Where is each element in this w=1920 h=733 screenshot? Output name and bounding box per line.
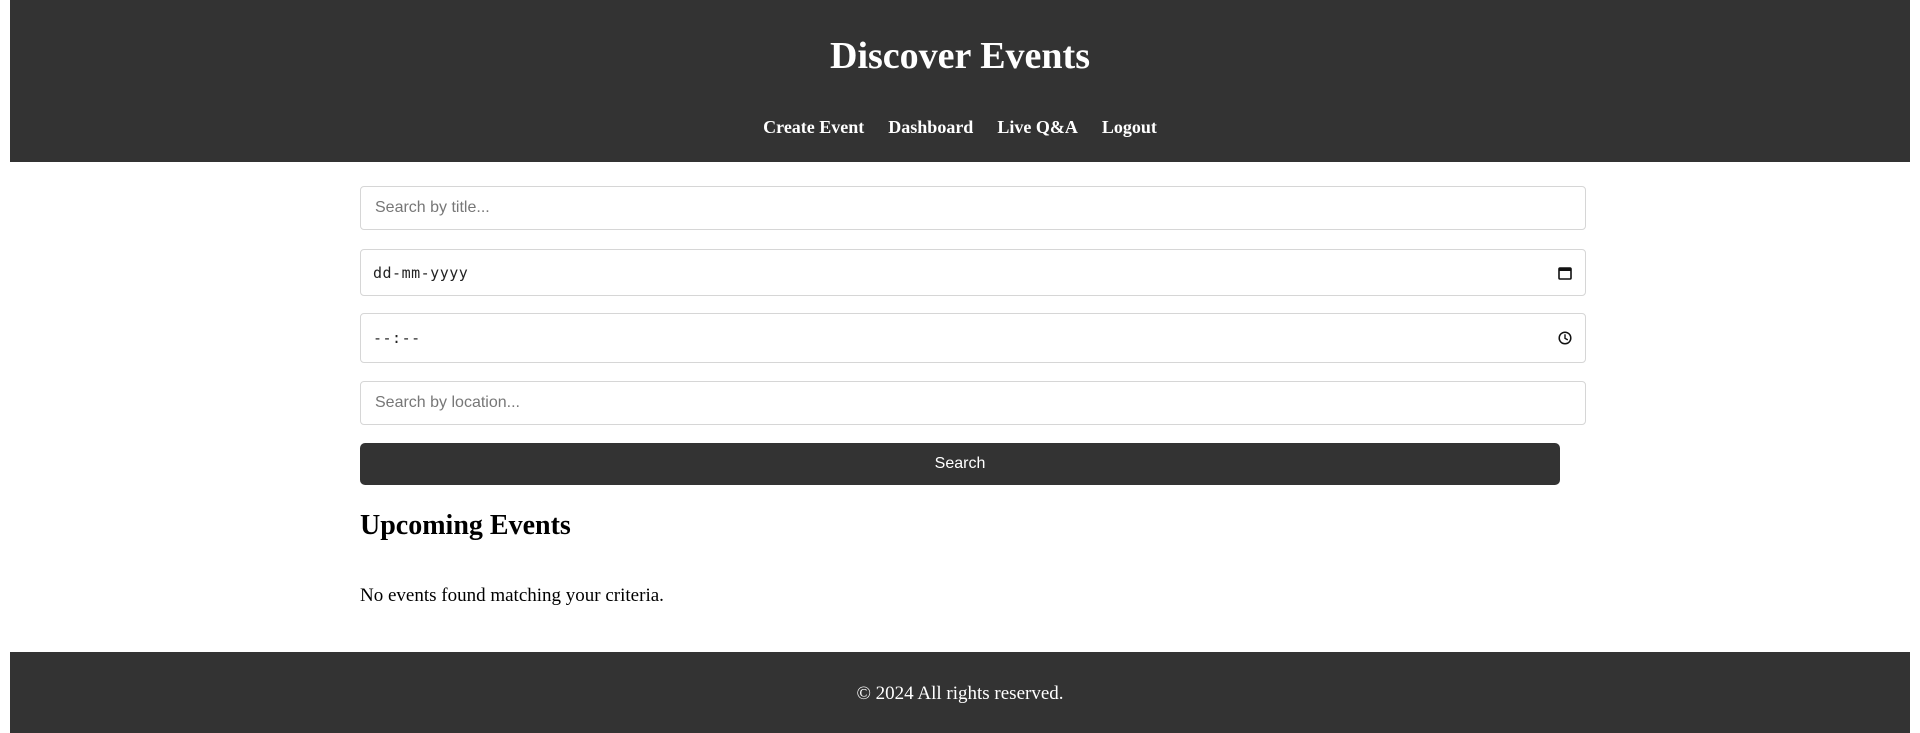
nav-link-live-qa[interactable]: Live Q&A (997, 115, 1078, 139)
search-location-input[interactable] (373, 393, 1573, 413)
date-field[interactable]: dd-mm-yyyy (360, 249, 1586, 296)
copyright-text: © 2024 All rights reserved. (856, 683, 1064, 704)
time-field[interactable]: --:-- (360, 313, 1586, 363)
nav-link-create-event[interactable]: Create Event (763, 115, 864, 139)
site-footer: © 2024 All rights reserved. (10, 652, 1910, 733)
search-title-input[interactable] (373, 198, 1573, 218)
page: Discover Events Create Event Dashboard L… (0, 0, 1920, 733)
site-header: Discover Events Create Event Dashboard L… (10, 0, 1910, 162)
nav-link-logout[interactable]: Logout (1102, 115, 1157, 139)
calendar-icon[interactable] (1557, 265, 1573, 281)
search-location-field[interactable] (360, 381, 1586, 425)
search-title-field[interactable] (360, 186, 1586, 230)
main-nav: Create Event Dashboard Live Q&A Logout (10, 115, 1910, 139)
time-input[interactable]: --:-- (373, 329, 1557, 347)
empty-results-message: No events found matching your criteria. (360, 585, 664, 606)
upcoming-events-heading: Upcoming Events (360, 510, 571, 541)
date-input[interactable]: dd-mm-yyyy (373, 264, 1557, 282)
search-button[interactable]: Search (360, 443, 1560, 485)
clock-icon[interactable] (1557, 330, 1573, 346)
site-title: Discover Events (830, 35, 1090, 77)
nav-link-dashboard[interactable]: Dashboard (888, 115, 973, 139)
